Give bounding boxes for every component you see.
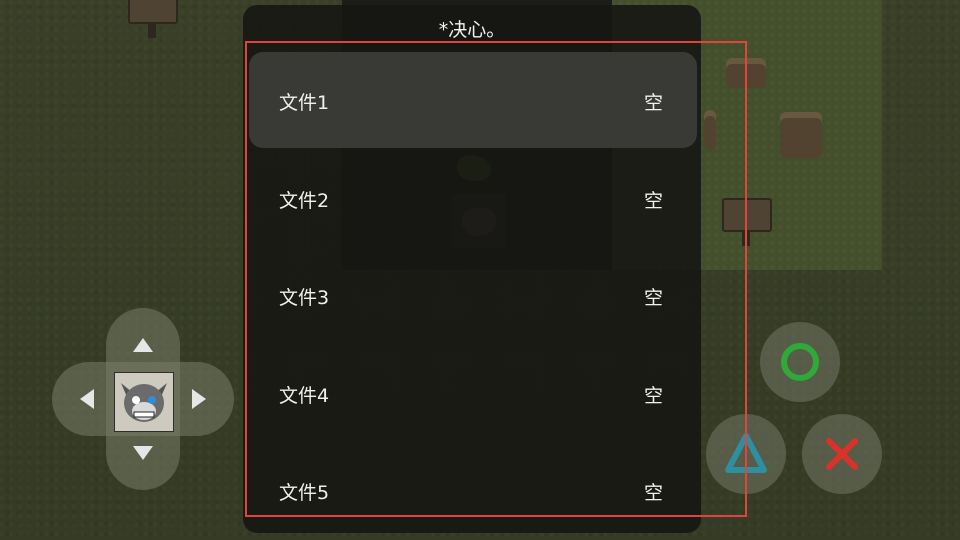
file-slot-status: 空 <box>643 92 663 114</box>
file-slot-label: 文件4 <box>279 385 330 407</box>
cross-icon <box>826 438 858 470</box>
circle-icon <box>781 343 819 381</box>
file-slot-3[interactable]: 文件3 空 <box>249 247 697 343</box>
save-file-menu: *决心。 文件1 空 文件2 空 文件3 空 文件4 空 文件5 空 <box>243 5 701 533</box>
triangle-icon <box>725 433 767 473</box>
arrow-up-icon[interactable] <box>133 338 153 352</box>
arrow-left-icon[interactable] <box>80 389 94 409</box>
arrow-down-icon[interactable] <box>133 446 153 460</box>
file-slot-status: 空 <box>643 190 663 212</box>
file-slot-status: 空 <box>643 482 663 504</box>
menu-title: *决心。 <box>438 19 506 41</box>
circle-button[interactable] <box>760 322 840 402</box>
file-slot-label: 文件1 <box>279 92 330 114</box>
file-slot-label: 文件5 <box>279 482 330 504</box>
arrow-right-icon[interactable] <box>192 389 206 409</box>
file-slot-status: 空 <box>643 385 663 407</box>
file-slot-label: 文件3 <box>279 287 330 309</box>
file-slot-5[interactable]: 文件5 空 <box>249 442 697 538</box>
file-slot-1[interactable]: 文件1 空 <box>249 52 697 148</box>
file-slot-4[interactable]: 文件4 空 <box>249 345 697 441</box>
file-slot-status: 空 <box>643 287 663 309</box>
file-slot-label: 文件2 <box>279 190 330 212</box>
triangle-button[interactable] <box>706 414 786 494</box>
wolf-portrait-icon <box>114 372 174 432</box>
file-slot-2[interactable]: 文件2 空 <box>249 150 697 246</box>
cross-button[interactable] <box>802 414 882 494</box>
dpad[interactable] <box>52 308 234 490</box>
